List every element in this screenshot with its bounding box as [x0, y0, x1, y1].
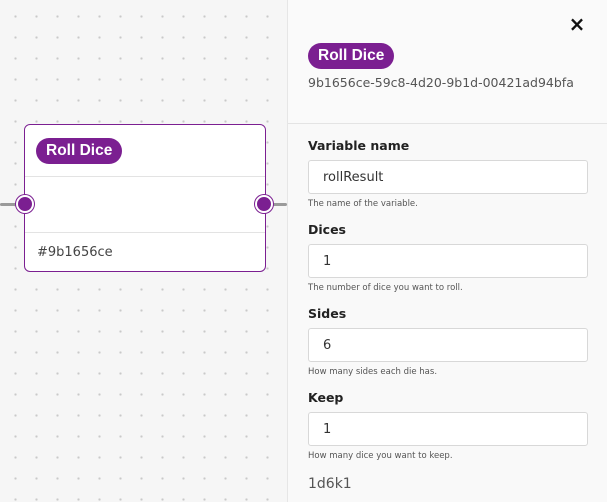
variable-name-help: The name of the variable.	[308, 199, 418, 209]
dices-input[interactable]	[308, 244, 588, 278]
sides-help: How many sides each die has.	[308, 367, 438, 377]
variable-name-field: Variable name The name of the variable.	[308, 138, 588, 209]
close-icon[interactable]: ×	[566, 13, 588, 35]
node-title-badge: Roll Dice	[36, 137, 123, 164]
properties-panel: × Roll Dice 9b1656ce-59c8-4d20-9b1d-0042…	[287, 0, 607, 502]
node-uuid: 9b1656ce-59c8-4d20-9b1d-00421ad94bfa	[308, 75, 574, 90]
keep-field: Keep How many dice you want to keep.	[308, 390, 588, 461]
variable-name-input[interactable]	[308, 160, 588, 194]
output-handle[interactable]	[255, 195, 273, 213]
dice-notation-summary: 1d6k1	[308, 476, 352, 492]
panel-header: × Roll Dice 9b1656ce-59c8-4d20-9b1d-0042…	[288, 0, 607, 124]
keep-help: How many dice you want to keep.	[308, 451, 453, 461]
node-header: Roll Dice	[25, 125, 265, 177]
variable-name-label: Variable name	[308, 138, 410, 153]
sides-label: Sides	[308, 306, 347, 321]
keep-input[interactable]	[308, 412, 588, 446]
input-handle[interactable]	[16, 195, 34, 213]
flow-canvas[interactable]: Roll Dice #9b1656ce	[0, 0, 287, 502]
node-body	[25, 177, 265, 233]
keep-label: Keep	[308, 390, 344, 405]
dices-label: Dices	[308, 222, 346, 237]
roll-dice-node[interactable]: Roll Dice #9b1656ce	[24, 124, 266, 272]
dices-help: The number of dice you want to roll.	[308, 283, 463, 293]
panel-title-badge: Roll Dice	[308, 43, 395, 69]
sides-field: Sides How many sides each die has.	[308, 306, 588, 377]
dices-field: Dices The number of dice you want to rol…	[308, 222, 588, 293]
node-short-id: #9b1656ce	[37, 244, 113, 260]
sides-input[interactable]	[308, 328, 588, 362]
